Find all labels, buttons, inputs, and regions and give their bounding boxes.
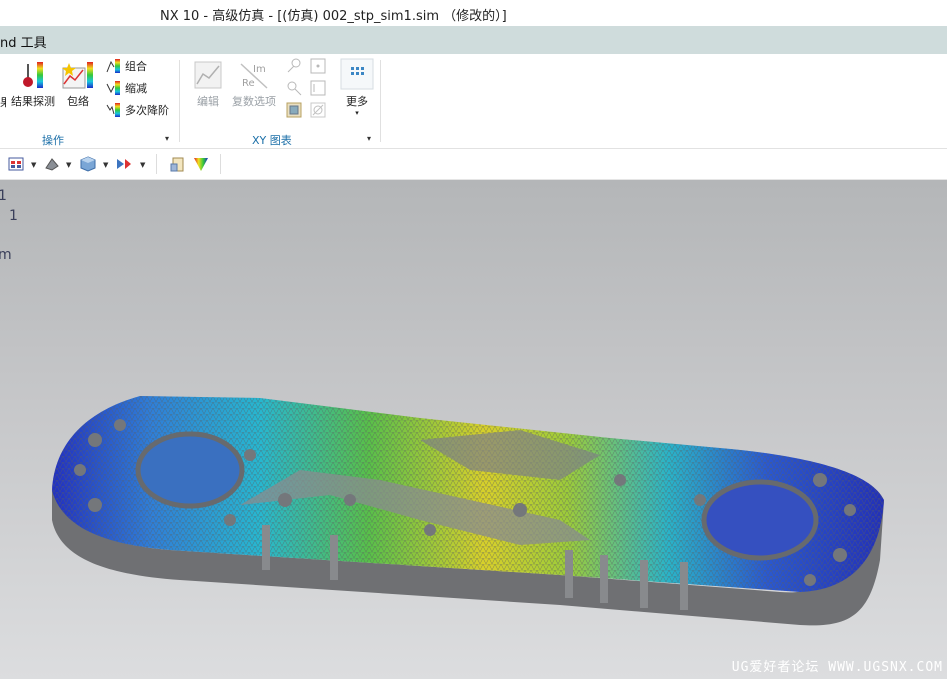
result-probe-button[interactable]: 结果探测 xyxy=(10,60,56,109)
fringe-plot-icon[interactable] xyxy=(193,156,209,172)
more-button[interactable]: 更多 ▾ xyxy=(338,58,376,117)
reduce-label: 缩减 xyxy=(125,82,147,95)
ribbon-tab-bar: nd 工具 xyxy=(0,26,947,54)
toolbar-separator xyxy=(156,154,157,174)
layout-dropdown-icon[interactable]: ▼ xyxy=(31,161,36,169)
reduce-icon xyxy=(106,81,120,95)
render-style-dropdown-icon[interactable]: ▼ xyxy=(66,161,71,169)
cut-off-button-label: 果 xyxy=(0,96,6,109)
multi-descent-button[interactable]: 多次降阶 xyxy=(106,102,169,118)
combine-icon xyxy=(106,59,120,73)
left-pocket xyxy=(135,431,245,509)
cube-view-icon[interactable] xyxy=(80,156,96,172)
tab-tools[interactable]: nd 工具 xyxy=(0,32,47,51)
xy-group-expand-icon[interactable]: ▾ xyxy=(367,134,371,143)
complex-options-label: 复数选项 xyxy=(232,95,276,108)
overlay-plot-icon[interactable] xyxy=(286,102,302,118)
complex-options-button[interactable]: Im Re 复数选项 xyxy=(230,60,278,109)
toolbar-separator xyxy=(220,154,221,174)
window-title: NX 10 - 高级仿真 - [(仿真) 002_stp_sim1.sim （修… xyxy=(160,9,507,24)
right-pocket xyxy=(701,479,819,561)
watermark: UG爱好者论坛 WWW.UGSNX.COM xyxy=(731,660,943,675)
more-label: 更多 xyxy=(346,95,368,108)
edit-button[interactable]: 编辑 xyxy=(188,60,228,109)
multi-descent-label: 多次降阶 xyxy=(125,104,169,117)
multi-descent-icon xyxy=(106,103,120,117)
reduce-button[interactable]: 缩减 xyxy=(106,80,147,96)
layout-icon[interactable] xyxy=(8,156,24,172)
result-probe-icon xyxy=(23,62,43,88)
envelope-button[interactable]: 包络 xyxy=(60,60,96,109)
envelope-icon xyxy=(62,62,93,89)
cube-view-dropdown-icon[interactable]: ▼ xyxy=(103,161,108,169)
clear-plot-icon[interactable] xyxy=(310,102,326,118)
render-style-icon[interactable] xyxy=(44,156,60,172)
envelope-label: 包络 xyxy=(67,95,89,108)
axis-plot-icon[interactable] xyxy=(310,80,326,96)
probe-point-icon[interactable] xyxy=(286,58,302,74)
svg-text:Re: Re xyxy=(242,78,255,89)
combine-button[interactable]: 组合 xyxy=(106,58,147,74)
grid-plot-icon[interactable] xyxy=(310,58,326,74)
clipboard-icon[interactable] xyxy=(170,156,186,172)
svg-text:Im: Im xyxy=(253,64,266,75)
more-dropdown-icon: ▾ xyxy=(355,109,359,117)
edit-label: 编辑 xyxy=(197,95,219,108)
combine-label: 组合 xyxy=(125,60,147,73)
operations-group-label: 操作 xyxy=(42,134,64,147)
show-hide-icon[interactable] xyxy=(116,156,132,172)
result-probe-label: 结果探测 xyxy=(11,95,55,108)
edit-chart-icon xyxy=(194,61,222,89)
title-bar: NX 10 - 高级仿真 - [(仿真) 002_stp_sim1.sim （修… xyxy=(0,0,947,26)
show-hide-dropdown-icon[interactable]: ▼ xyxy=(140,161,145,169)
ribbon-separator xyxy=(179,60,180,142)
cut-off-button[interactable]: 果 xyxy=(0,94,6,110)
more-grid-icon xyxy=(340,58,374,90)
fem-result-model[interactable] xyxy=(0,180,947,679)
complex-options-icon: Im Re xyxy=(240,63,268,89)
ribbon-separator xyxy=(380,60,381,142)
operations-group-expand-icon[interactable]: ▾ xyxy=(165,134,169,143)
view-toolbar: ▼ ▼ ▼ ▼ xyxy=(0,149,947,180)
magnify-icon[interactable] xyxy=(286,80,302,96)
ribbon: 果 结果探测 包络 组合 缩减 多次降阶 操作 ▾ 编辑 Im Re 复数选项 … xyxy=(0,54,947,149)
xy-group-label: XY 图表 xyxy=(252,134,292,147)
graphics-viewport[interactable]: 1 1 m UG爱好者论坛 WWW.UGSNX.COM xyxy=(0,180,947,679)
